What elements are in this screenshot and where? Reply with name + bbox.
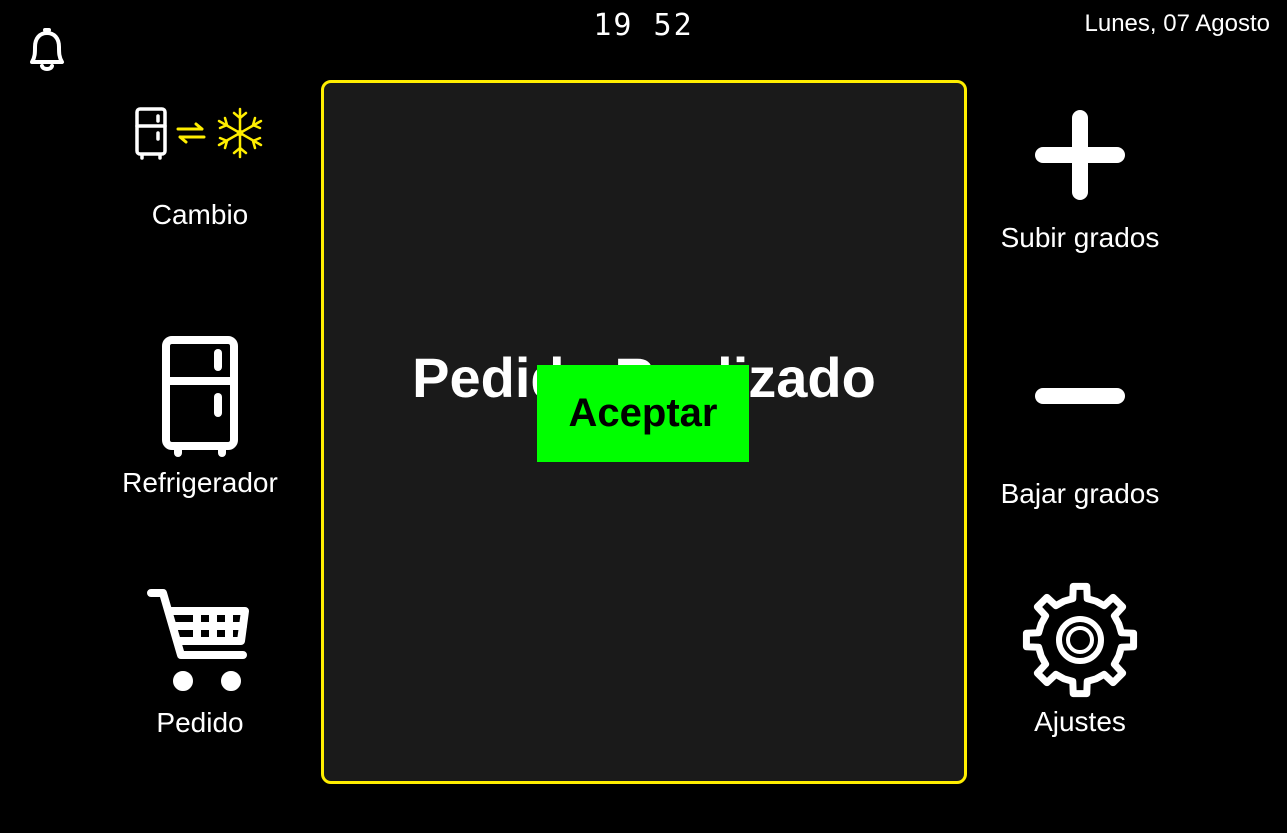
cambio-label: Cambio bbox=[151, 199, 249, 230]
fridge-icon bbox=[135, 107, 167, 160]
ajustes-label: Ajustes bbox=[1034, 706, 1126, 737]
cart-icon bbox=[147, 589, 249, 691]
bell-icon bbox=[30, 28, 64, 71]
refrigerador-label: Refrigerador bbox=[122, 467, 278, 498]
bajar-grados-button[interactable]: Bajar grados bbox=[980, 378, 1180, 510]
date-display: Lunes, 07 Agosto bbox=[1084, 10, 1270, 37]
minus-icon bbox=[1035, 388, 1125, 404]
pedido-label: Pedido bbox=[156, 707, 244, 738]
fridge-icon bbox=[162, 336, 238, 457]
cambio-button[interactable]: Cambio bbox=[120, 105, 280, 231]
bajar-grados-label: Bajar grados bbox=[1000, 478, 1160, 509]
ajustes-button[interactable]: Ajustes bbox=[980, 580, 1180, 738]
swap-arrows-icon bbox=[176, 122, 206, 144]
accept-button[interactable]: Aceptar bbox=[537, 365, 749, 462]
subir-grados-label: Subir grados bbox=[1000, 222, 1160, 253]
refrigerador-button[interactable]: Refrigerador bbox=[100, 335, 300, 499]
subir-grados-button[interactable]: Subir grados bbox=[980, 110, 1180, 254]
plus-icon bbox=[1035, 110, 1125, 200]
pedido-button[interactable]: Pedido bbox=[120, 585, 280, 739]
notifications-button[interactable] bbox=[24, 26, 70, 74]
gear-icon bbox=[1022, 582, 1138, 698]
cambio-icons bbox=[134, 105, 266, 161]
snowflake-icon bbox=[217, 107, 263, 159]
